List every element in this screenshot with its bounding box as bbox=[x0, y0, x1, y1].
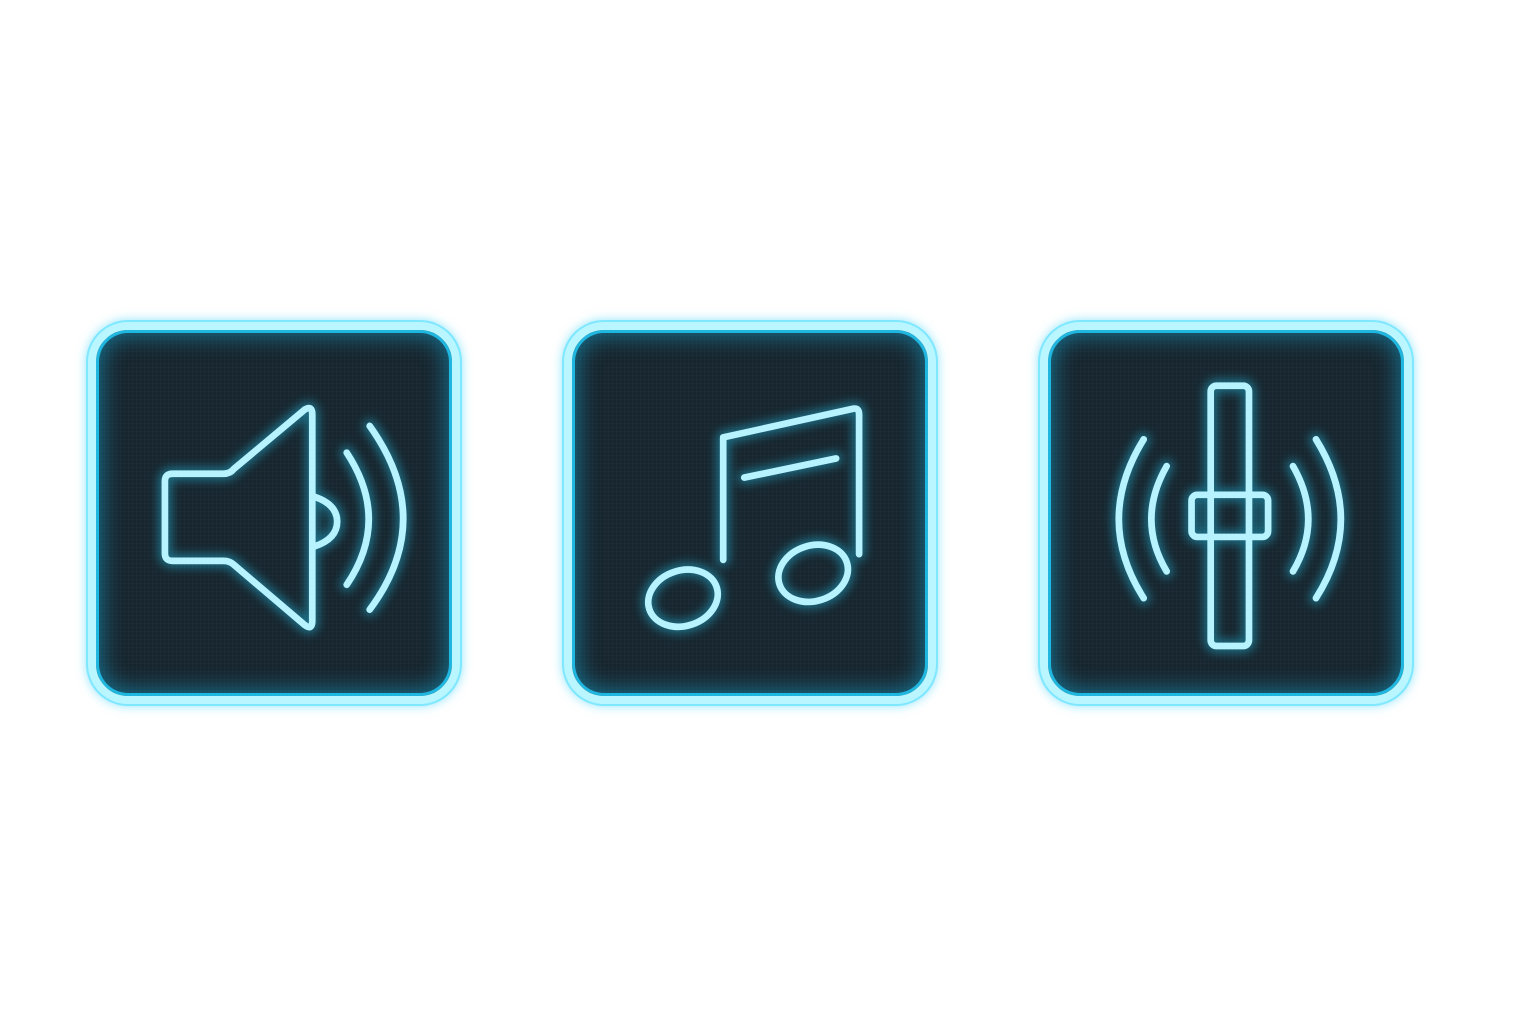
speaker-tile[interactable] bbox=[88, 322, 460, 704]
music-note-icon bbox=[641, 401, 866, 634]
speaker-volume-icon bbox=[158, 401, 410, 634]
music-tile[interactable] bbox=[564, 322, 936, 704]
audio-slider-icon bbox=[1112, 379, 1348, 653]
audio-slider-tile[interactable] bbox=[1040, 322, 1412, 704]
